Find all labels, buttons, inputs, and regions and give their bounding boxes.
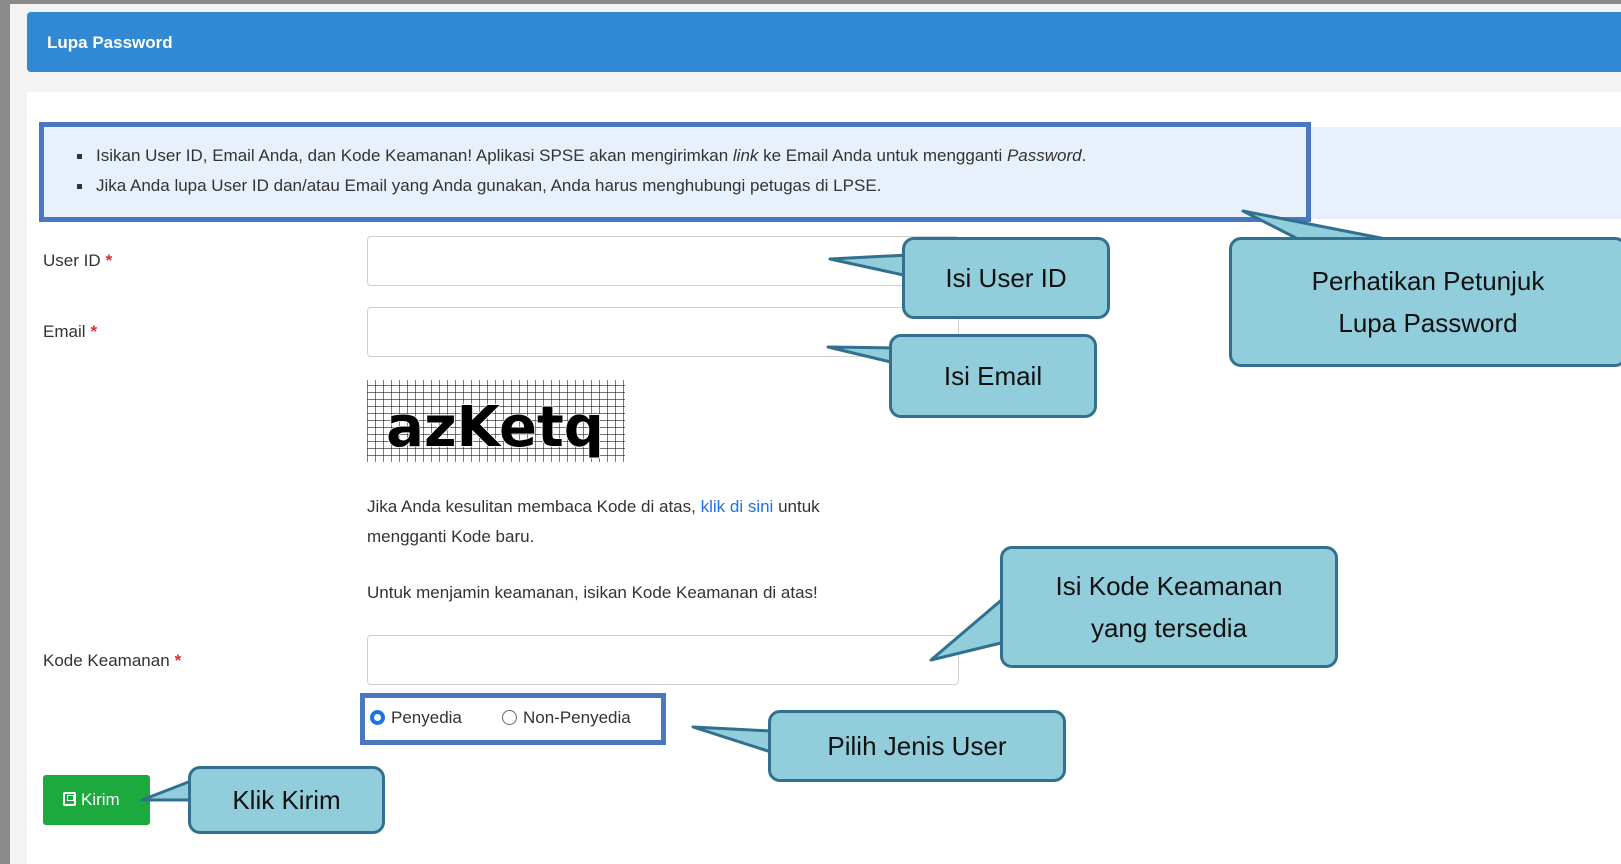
callout-user-id: Isi User ID: [902, 237, 1110, 319]
callout-kode-keamanan: Isi Kode Keamanan yang tersedia: [1000, 546, 1338, 668]
callout-kirim: Klik Kirim: [188, 766, 385, 834]
callout-jenis-user: Pilih Jenis User: [768, 710, 1066, 782]
callout-email: Isi Email: [889, 334, 1097, 418]
callout-petunjuk: Perhatikan Petunjuk Lupa Password: [1229, 237, 1621, 367]
